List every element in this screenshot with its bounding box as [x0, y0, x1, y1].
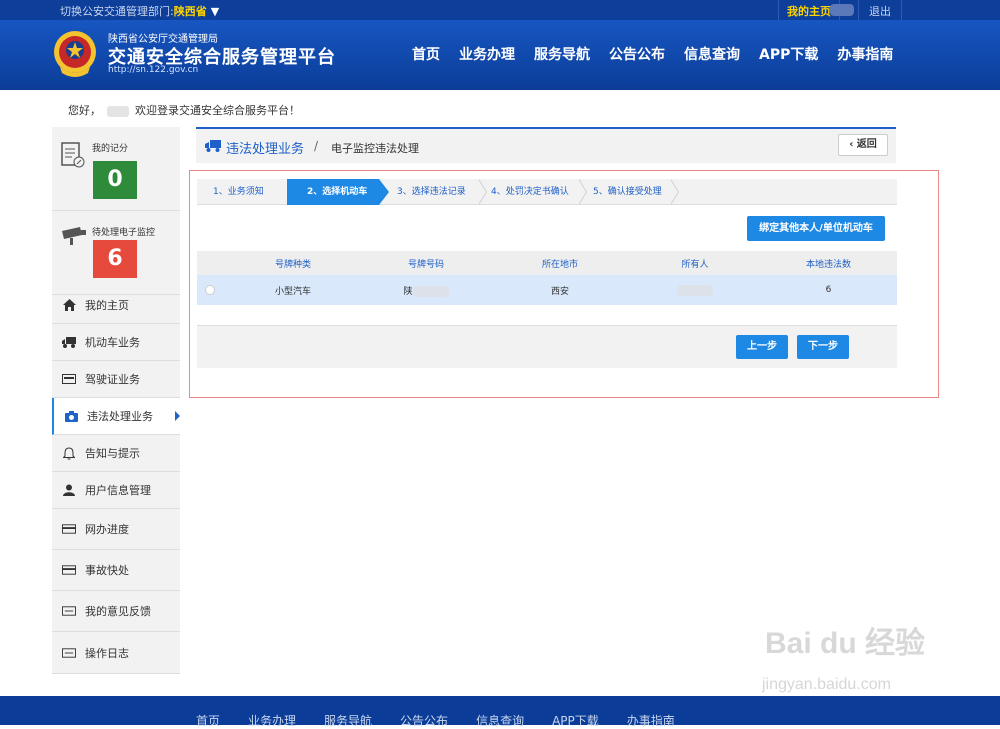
- card-icon: [62, 647, 76, 658]
- watermark-logo: Bai du 经验: [765, 627, 926, 660]
- monitor-card[interactable]: 待处理电子监控 6: [52, 211, 180, 295]
- next-step-button[interactable]: 下一步: [797, 335, 849, 359]
- masked-username: [830, 4, 854, 16]
- bind-vehicle-button[interactable]: 绑定其他本人/单位机动车: [747, 216, 885, 241]
- col-plate-type: 号牌种类: [274, 259, 311, 270]
- footer-nav-business[interactable]: 业务办理: [248, 712, 296, 729]
- nav-guide[interactable]: 办事指南: [837, 44, 893, 64]
- footer-nav-info-query[interactable]: 信息查询: [476, 712, 524, 729]
- step-progress: 1、业务须知 2、选择机动车 3、选择违法记录 4、处罚决定书确认 5、确认接受…: [197, 179, 897, 205]
- sidebar-item-log[interactable]: 操作日志: [52, 632, 180, 674]
- id-card-icon: [62, 374, 76, 384]
- camera-monitor-icon: [62, 227, 86, 245]
- bell-icon: [62, 446, 76, 460]
- step-4: 4、处罚决定书确认: [481, 179, 587, 205]
- police-emblem-icon: [54, 31, 96, 77]
- breadcrumb-separator: /: [314, 139, 319, 153]
- footer-nav-guide[interactable]: 办事指南: [627, 712, 675, 729]
- cell-plate-number: 陕: [362, 284, 490, 297]
- card-icon: [62, 565, 76, 575]
- footer-nav-home[interactable]: 首页: [196, 712, 220, 729]
- user-icon: [62, 484, 76, 496]
- nav-info-query[interactable]: 信息查询: [684, 44, 740, 64]
- sidebar-item-violations[interactable]: 违法处理业务: [52, 398, 180, 435]
- col-city: 所在地市: [541, 259, 578, 270]
- step-5: 5、确认接受处理: [581, 179, 679, 205]
- cell-city: 西安: [550, 286, 569, 297]
- step-2-current: 2、选择机动车: [287, 179, 389, 205]
- monitor-value: 6: [93, 240, 137, 278]
- department-switcher[interactable]: 切换公安交通管理部门:陕西省 ▼: [60, 3, 219, 19]
- masked-username: [107, 105, 129, 117]
- score-value: 0: [93, 161, 137, 199]
- sidebar: 我的记分 0 待处理电子监控 6 我的主页 机动车业务 驾驶证业务 违法处理业务…: [52, 127, 180, 674]
- masked-plate: [412, 285, 449, 297]
- step-1: 1、业务须知: [197, 179, 295, 205]
- province-select[interactable]: 陕西省: [174, 5, 207, 18]
- back-button[interactable]: ‹ 返回: [838, 134, 888, 156]
- footer-nav: 首页 业务办理 服务导航 公告公布 信息查询 APP下载 办事指南: [196, 712, 703, 729]
- active-arrow-icon: [175, 411, 180, 421]
- card-icon: [62, 606, 76, 616]
- col-violations: 本地违法数: [805, 259, 851, 270]
- watermark-url: jingyan.baidu.com: [762, 676, 891, 693]
- monitor-label: 待处理电子监控: [92, 228, 156, 238]
- cell-violations: 6: [825, 285, 832, 295]
- nav-announcements[interactable]: 公告公布: [609, 44, 665, 64]
- nav-app-download[interactable]: APP下载: [759, 44, 818, 64]
- col-plate-number: 号牌号码: [407, 259, 444, 270]
- home-icon: [62, 299, 76, 311]
- score-label: 我的记分: [92, 144, 129, 154]
- chevron-left-icon: ‹: [849, 139, 857, 150]
- top-bar: 切换公安交通管理部门:陕西省 ▼ 我的主页 退出: [0, 0, 1000, 20]
- footer: 首页 业务办理 服务导航 公告公布 信息查询 APP下载 办事指南: [0, 696, 1000, 728]
- main-nav: 首页 业务办理 服务导航 公告公布 信息查询 APP下载 办事指南: [412, 44, 912, 64]
- nav-home[interactable]: 首页: [412, 44, 440, 64]
- nav-service-guide[interactable]: 服务导航: [534, 44, 590, 64]
- table-row[interactable]: 小型汽车 陕 西安 6: [197, 275, 897, 305]
- action-bar: 上一步 下一步: [197, 325, 897, 368]
- sidebar-item-accident[interactable]: 事故快处: [52, 550, 180, 591]
- sidebar-item-progress[interactable]: 网办进度: [52, 509, 180, 550]
- greeting: 您好， 欢迎登录交通安全综合服务平台！: [68, 104, 300, 117]
- breadcrumb-page: 电子监控违法处理: [331, 142, 419, 155]
- sidebar-item-user-info[interactable]: 用户信息管理: [52, 472, 180, 509]
- cell-plate-type: 小型汽车: [274, 286, 311, 297]
- footer-nav-app-download[interactable]: APP下载: [552, 712, 599, 729]
- col-owner: 所有人: [681, 259, 709, 270]
- breadcrumb: 违法处理业务 / 电子监控违法处理 ‹ 返回: [196, 127, 896, 163]
- masked-owner: [677, 284, 713, 296]
- chevron-down-icon[interactable]: ▼: [211, 5, 219, 18]
- truck-icon: [62, 336, 76, 348]
- header: 陕西省公安厅交通管理局 交通安全综合服务管理平台 http://sn.122.g…: [0, 20, 1000, 90]
- document-edit-icon: [61, 142, 85, 168]
- card-icon: [62, 524, 76, 534]
- sidebar-item-license[interactable]: 驾驶证业务: [52, 361, 180, 398]
- table-header: 号牌种类 号牌号码 所在地市 所有人 本地违法数: [197, 251, 897, 275]
- breadcrumb-section[interactable]: 违法处理业务: [226, 138, 304, 157]
- truck-icon: [205, 140, 221, 152]
- score-card[interactable]: 我的记分 0: [52, 127, 180, 211]
- sidebar-item-home[interactable]: 我的主页: [52, 287, 180, 324]
- step-3: 3、选择违法记录: [389, 179, 487, 205]
- sidebar-item-vehicle[interactable]: 机动车业务: [52, 324, 180, 361]
- sidebar-item-notices[interactable]: 告知与提示: [52, 435, 180, 472]
- prev-step-button[interactable]: 上一步: [736, 335, 788, 359]
- footer-nav-announcements[interactable]: 公告公布: [400, 712, 448, 729]
- camera-icon: [64, 410, 78, 422]
- nav-business[interactable]: 业务办理: [459, 44, 515, 64]
- vehicle-table: 号牌种类 号牌号码 所在地市 所有人 本地违法数 小型汽车 陕 西安 6: [197, 251, 897, 305]
- sidebar-item-feedback[interactable]: 我的意见反馈: [52, 591, 180, 632]
- cell-owner: [630, 284, 760, 296]
- logout-link[interactable]: 退出: [858, 0, 902, 20]
- step-panel: 1、业务须知 2、选择机动车 3、选择违法记录 4、处罚决定书确认 5、确认接受…: [189, 170, 939, 398]
- baidu-watermark: Bai du 经验 jingyan.baidu.com: [762, 618, 926, 693]
- site-url: http://sn.122.gov.cn: [108, 65, 199, 75]
- row-radio[interactable]: [205, 285, 215, 295]
- footer-nav-service-guide[interactable]: 服务导航: [324, 712, 372, 729]
